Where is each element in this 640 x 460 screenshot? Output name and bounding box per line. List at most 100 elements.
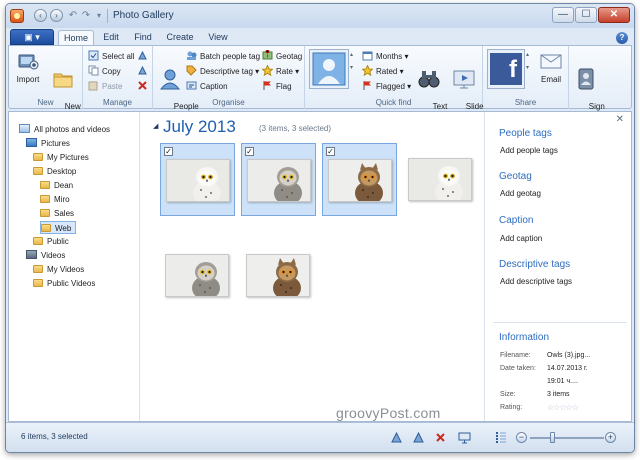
photo-checkbox[interactable]: ✓ bbox=[164, 147, 173, 156]
caption-button[interactable]: Caption bbox=[186, 80, 228, 93]
select-all-icon bbox=[88, 50, 99, 61]
nav-item-sales[interactable]: Sales bbox=[40, 207, 74, 220]
facebook-share-button[interactable]: f bbox=[487, 49, 525, 89]
great-grey-owl-photo bbox=[247, 159, 311, 202]
nav-item-videos[interactable]: Videos bbox=[26, 249, 65, 262]
paste-button[interactable]: Paste bbox=[88, 80, 122, 93]
tab-find[interactable]: Find bbox=[130, 30, 156, 45]
close-button[interactable]: ✕ bbox=[598, 7, 630, 23]
rating-stars[interactable]: ☆☆☆☆☆ bbox=[547, 403, 579, 412]
rotate-right-icon[interactable] bbox=[412, 431, 425, 444]
rate-label: Rate ▾ bbox=[276, 67, 300, 76]
people-tags-heading: People tags bbox=[499, 128, 552, 139]
owl-image bbox=[247, 255, 309, 296]
collapse-group-icon[interactable]: ◢ bbox=[153, 122, 158, 130]
redo-button[interactable]: ↷ bbox=[80, 9, 92, 22]
photo-gallery-pane: ◢ July 2013 (3 items, 3 selected) ✓ ✓ ✓ bbox=[141, 112, 483, 421]
photo-tile[interactable]: ✓ bbox=[160, 143, 235, 216]
ribbon-group-share-label: Share bbox=[514, 98, 537, 107]
minimize-button[interactable]: — bbox=[552, 7, 574, 23]
nav-item-pictures[interactable]: Pictures bbox=[26, 137, 70, 150]
zoom-in-button[interactable]: + bbox=[605, 432, 616, 443]
photo-gallery-window: ‹ › ↶ ↷ ▾ Photo Gallery — ☐ ✕ ▣ ▾ Home E… bbox=[5, 3, 635, 453]
people-tag-icon bbox=[159, 69, 181, 90]
copy-button[interactable]: Copy bbox=[88, 65, 121, 78]
tab-edit[interactable]: Edit bbox=[98, 30, 124, 45]
zoom-out-button[interactable]: − bbox=[516, 432, 527, 443]
tab-home[interactable]: Home bbox=[58, 30, 94, 45]
email-label: Email bbox=[540, 75, 561, 84]
rated-filter-button[interactable]: Rated ▾ bbox=[362, 65, 404, 78]
photo-checkbox[interactable]: ✓ bbox=[245, 147, 254, 156]
details-view-icon[interactable] bbox=[494, 431, 507, 444]
batch-people-tag-button[interactable]: Batch people tag bbox=[186, 50, 260, 63]
information-heading: Information bbox=[499, 332, 550, 343]
close-details-icon[interactable]: ✕ bbox=[616, 114, 624, 125]
undo-button[interactable]: ↶ bbox=[67, 9, 79, 22]
add-people-tags-link[interactable]: Add people tags bbox=[500, 146, 558, 155]
add-caption-link[interactable]: Add caption bbox=[500, 234, 542, 243]
app-icon[interactable] bbox=[10, 9, 24, 23]
add-geotag-link[interactable]: Add geotag bbox=[500, 189, 541, 198]
nav-item-label: My Pictures bbox=[47, 153, 89, 162]
photo-tile[interactable]: ✓ bbox=[241, 143, 316, 216]
zoom-slider-track[interactable] bbox=[530, 437, 604, 439]
nav-item-label: Web bbox=[55, 224, 72, 233]
delete-button[interactable] bbox=[137, 80, 151, 93]
help-icon[interactable]: ? bbox=[616, 32, 628, 44]
photo-tile[interactable] bbox=[403, 143, 478, 216]
photo-tile[interactable] bbox=[241, 239, 316, 312]
geotag-button[interactable]: Geotag bbox=[262, 50, 302, 63]
add-descriptive-tags-link[interactable]: Add descriptive tags bbox=[500, 277, 572, 286]
flag-label: Flag bbox=[276, 82, 292, 91]
forward-button[interactable]: › bbox=[50, 9, 63, 22]
date-taken-label: Date taken: bbox=[500, 365, 536, 372]
rotate-left-icon bbox=[138, 50, 147, 60]
geotag-label: Geotag bbox=[276, 52, 303, 61]
share-gallery-scroll-button[interactable]: ▴ ▾ bbox=[526, 49, 529, 71]
watermark: groovyPost.com bbox=[336, 405, 441, 421]
ribbon-group-account: Sign in bbox=[569, 46, 605, 120]
people-filter-scroll-button[interactable]: ▴ ▾ bbox=[350, 49, 353, 71]
slide-show-icon[interactable] bbox=[458, 431, 471, 444]
tab-create[interactable]: Create bbox=[162, 30, 198, 45]
rotate-left-icon[interactable] bbox=[390, 431, 403, 444]
nav-item-public-videos[interactable]: Public Videos bbox=[33, 277, 95, 290]
facebook-icon: f bbox=[490, 53, 522, 85]
descriptive-tag-button[interactable]: Descriptive tag ▾ bbox=[186, 65, 259, 78]
rotate-right-button[interactable] bbox=[137, 65, 151, 78]
people-filter-gallery[interactable] bbox=[309, 49, 349, 89]
email-icon bbox=[540, 54, 562, 69]
nav-item-my-pictures[interactable]: My Pictures bbox=[33, 151, 89, 164]
copy-icon bbox=[88, 65, 99, 76]
import-button[interactable]: Import bbox=[13, 49, 43, 84]
flagged-filter-button[interactable]: Flagged ▾ bbox=[362, 80, 411, 93]
flag-button[interactable]: Flag bbox=[262, 80, 292, 93]
photo-tile[interactable]: ✓ bbox=[322, 143, 397, 216]
select-all-button[interactable]: Select all bbox=[88, 50, 134, 63]
status-bar: 6 items, 3 selected − + bbox=[6, 422, 634, 452]
tab-view[interactable]: View bbox=[204, 30, 232, 45]
nav-item-all-photos-and-videos[interactable]: All photos and videos bbox=[19, 123, 110, 136]
back-button[interactable]: ‹ bbox=[34, 9, 47, 22]
maximize-button[interactable]: ☐ bbox=[575, 7, 597, 23]
nav-item-my-videos[interactable]: My Videos bbox=[33, 263, 84, 276]
customize-quick-access-button[interactable]: ▾ bbox=[93, 9, 105, 22]
nav-item-web[interactable]: Web bbox=[40, 221, 77, 234]
rate-button[interactable]: Rate ▾ bbox=[262, 65, 299, 78]
photo-checkbox[interactable]: ✓ bbox=[326, 147, 335, 156]
photo-tile[interactable] bbox=[160, 239, 235, 312]
nav-item-miro[interactable]: Miro bbox=[40, 193, 70, 206]
nav-item-dean[interactable]: Dean bbox=[40, 179, 73, 192]
email-button[interactable]: Email bbox=[537, 49, 565, 84]
zoom-slider-thumb[interactable] bbox=[550, 432, 556, 443]
import-icon bbox=[18, 54, 39, 70]
delete-icon[interactable] bbox=[434, 431, 447, 444]
nav-item-public[interactable]: Public bbox=[33, 235, 69, 248]
months-filter-button[interactable]: Months ▾ bbox=[362, 50, 408, 63]
date-group-title[interactable]: July 2013 bbox=[163, 117, 236, 137]
folder-icon bbox=[40, 195, 50, 203]
file-menu-button[interactable]: ▣ ▾ bbox=[10, 29, 54, 45]
nav-item-desktop[interactable]: Desktop bbox=[33, 165, 76, 178]
rotate-left-button[interactable] bbox=[137, 50, 151, 63]
